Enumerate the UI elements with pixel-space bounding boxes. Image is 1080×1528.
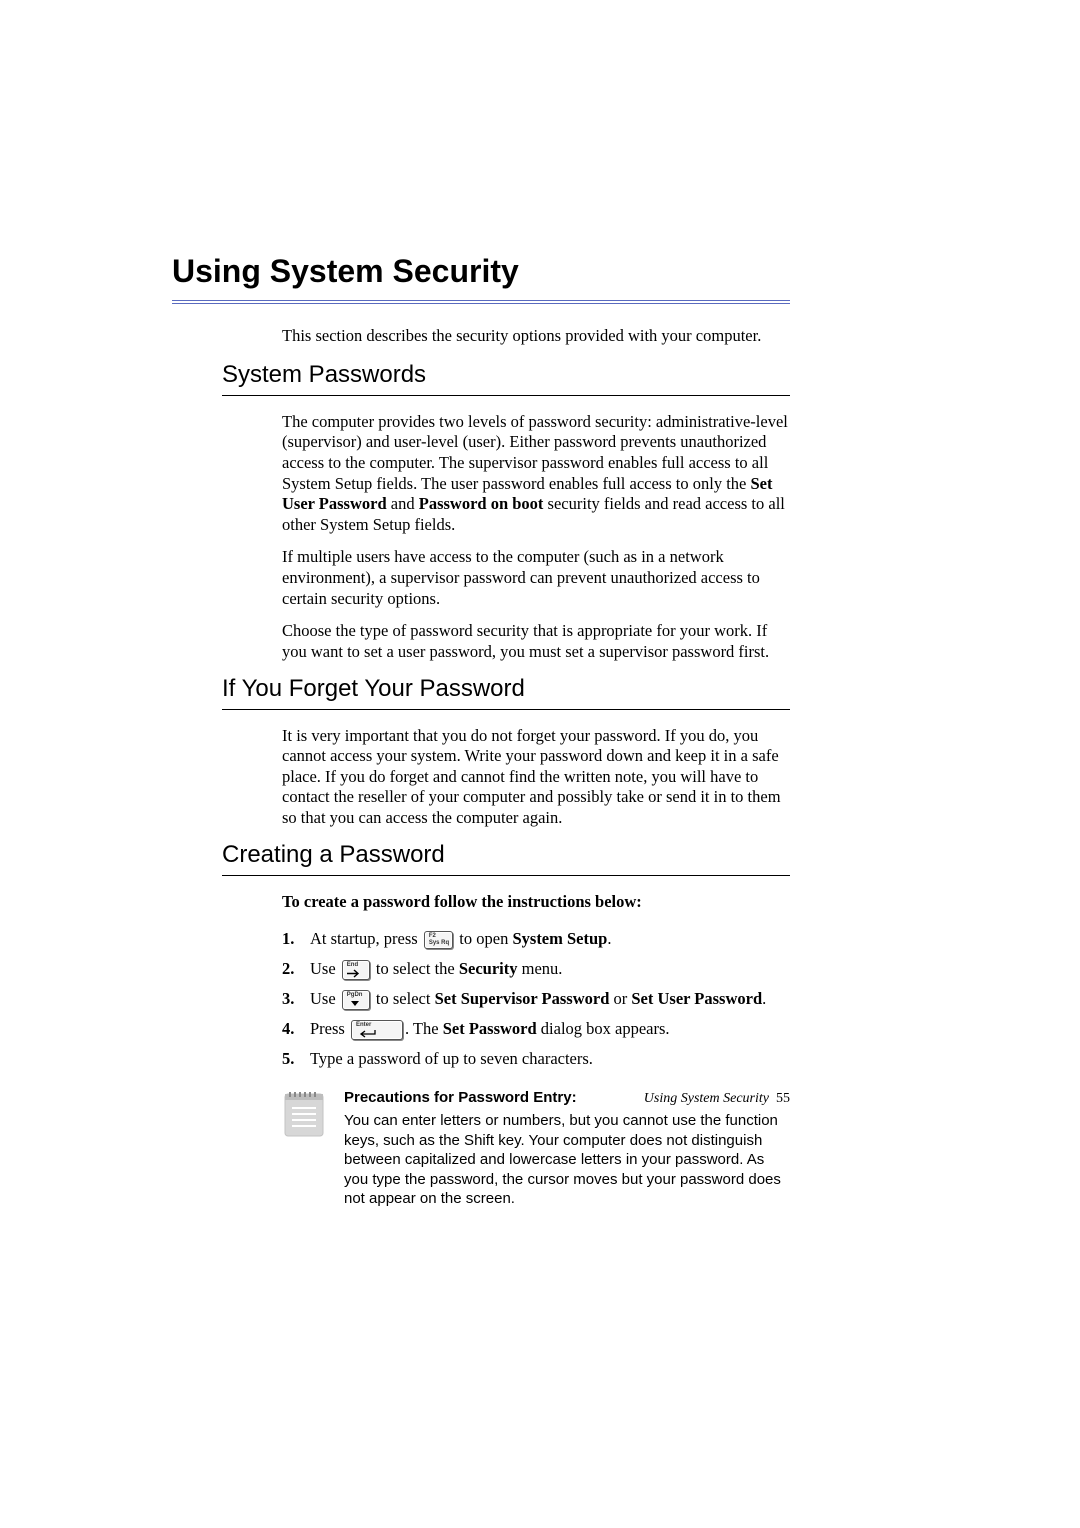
footer-label: Using System Security [644,1091,769,1106]
key-label: PgDn [346,992,366,999]
text: to open [455,929,512,948]
note-body: You can enter letters or numbers, but yo… [344,1112,781,1207]
text: Use [310,959,340,978]
list-item: Type a password of up to seven character… [282,1044,790,1074]
list-item: At startup, press F2Sys Rq to open Syste… [282,924,790,954]
paragraph: It is very important that you do not for… [282,726,790,829]
text: and [387,494,419,513]
text-bold: Security [459,959,518,978]
title-rule [172,300,790,304]
paragraph: Choose the type of password security tha… [282,621,790,662]
text-bold: Set User Password [631,989,762,1008]
text: . [762,989,766,1008]
text: or [609,989,631,1008]
keycap-end-right-icon: End [342,960,370,980]
key-label: Enter [355,1022,399,1029]
paragraph: The computer provides two levels of pass… [282,412,790,536]
keycap-pgdn-down-icon: PgDn [342,990,370,1010]
text: At startup, press [310,929,422,948]
intro-text: This section describes the security opti… [282,326,790,347]
section-rule [222,875,790,876]
key-label: End [346,962,366,969]
note-icon [282,1088,326,1140]
text: . [607,929,611,948]
list-item: Use End to select the Security menu. [282,954,790,984]
text: to select the [372,959,459,978]
text: Use [310,989,340,1008]
page-title: Using System Security [172,253,790,296]
text: dialog box appears. [537,1019,670,1038]
section-rule [222,395,790,396]
keycap-enter-icon: Enter [351,1020,403,1040]
text: to select [372,989,435,1008]
text-bold: System Setup [512,929,607,948]
text-bold: Password on boot [419,494,544,513]
key-label: F2 [428,933,449,940]
keycap-f2-icon: F2Sys Rq [424,931,453,949]
section-heading-forget-password: If You Forget Your Password [222,675,790,703]
list-item: Press Enter . The Set Password dialog box… [282,1014,790,1044]
text-bold: Set Supervisor Password [435,989,610,1008]
lead-text: To create a password follow the instruct… [282,892,790,913]
text: Press [310,1019,349,1038]
text-bold: Set Password [443,1019,537,1038]
steps-list: At startup, press F2Sys Rq to open Syste… [282,924,790,1074]
text: Type a password of up to seven character… [310,1049,593,1068]
section-rule [222,709,790,710]
section-heading-system-passwords: System Passwords [222,361,790,389]
paragraph: If multiple users have access to the com… [282,547,790,609]
page-footer: Using System Security 55 [644,1091,790,1107]
list-item: Use PgDn to select Set Supervisor Passwo… [282,984,790,1014]
text: . The [405,1019,443,1038]
text: menu. [518,959,563,978]
text: The computer provides two levels of pass… [282,412,788,493]
section-heading-creating-password: Creating a Password [222,841,790,869]
page-number: 55 [776,1091,790,1106]
key-label: Sys Rq [428,940,449,947]
